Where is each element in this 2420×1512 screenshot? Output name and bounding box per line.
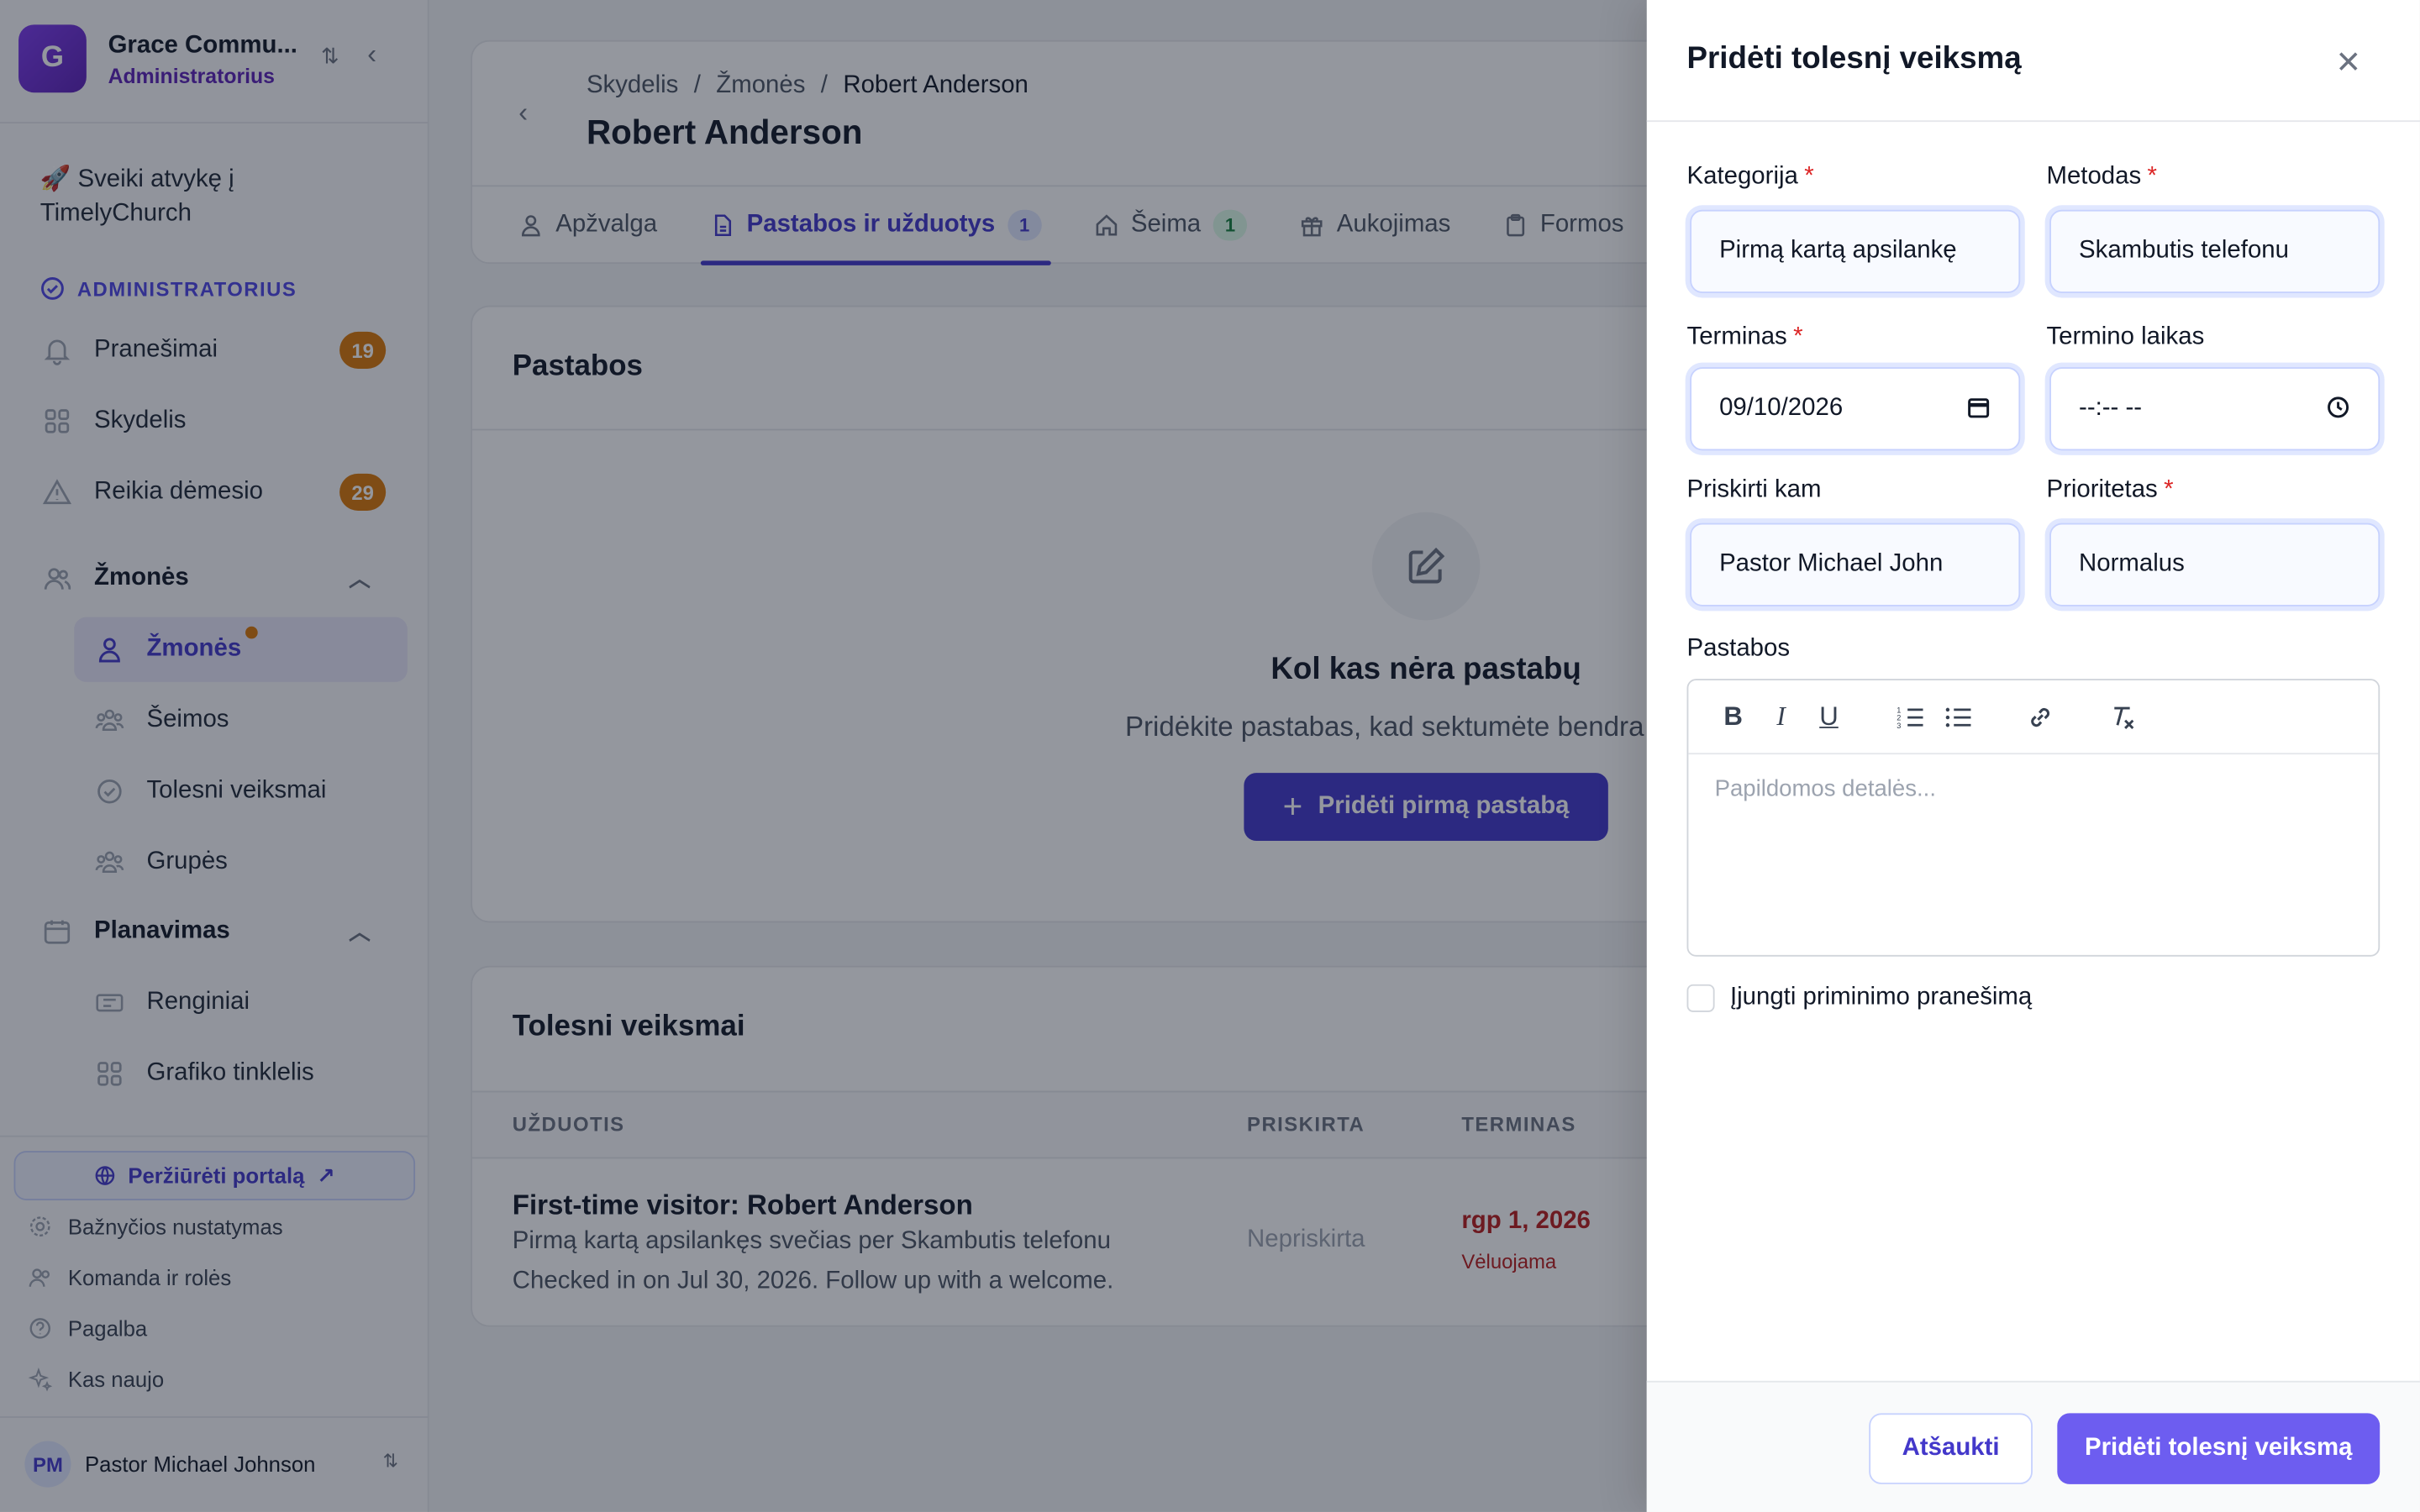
cancel-button[interactable]: Atšaukti — [1869, 1413, 2033, 1484]
assign-to-select[interactable]: Pastor Michael John — [1690, 522, 2021, 606]
assign-to-label: Priskirti kam — [1686, 476, 1822, 503]
method-label: Metodas * — [2046, 164, 2157, 192]
priority-select[interactable]: Normalus — [2049, 522, 2381, 606]
drawer-footer: Atšaukti Pridėti tolesnį veiksmą — [1646, 1380, 2420, 1512]
drawer-title: Pridėti tolesnį veiksmą — [1686, 41, 2022, 76]
bullet-list-icon[interactable] — [1942, 700, 1975, 733]
due-time-value: --:-- -- — [2079, 395, 2143, 422]
editor-toolbar: B I U 123 — [1688, 680, 2379, 755]
priority-label-text: Prioritetas — [2046, 476, 2158, 503]
add-followup-drawer: Pridėti tolesnį veiksmą ✕ Kategorija * Pi… — [1646, 0, 2420, 1512]
priority-label: Prioritetas * — [2046, 477, 2173, 505]
due-date-value: 09/10/2026 — [1719, 395, 1844, 422]
due-time-label: Termino laikas — [2046, 323, 2205, 350]
due-time-input[interactable]: --:-- -- — [2049, 367, 2381, 451]
category-label-text: Kategorija — [1686, 163, 1798, 190]
notes-placeholder: Papildomos detalės... — [1714, 775, 1936, 803]
add-followup-button[interactable]: Pridėti tolesnį veiksmą — [2057, 1413, 2381, 1484]
link-icon[interactable] — [2023, 700, 2057, 733]
underline-icon[interactable]: U — [1812, 700, 1845, 733]
reminder-checkbox[interactable] — [1686, 984, 1715, 1012]
clear-format-icon[interactable] — [2105, 700, 2139, 733]
required-marker: * — [1793, 323, 1803, 350]
close-icon[interactable]: ✕ — [2335, 43, 2361, 81]
due-date-input[interactable]: 09/10/2026 — [1690, 367, 2021, 451]
clock-icon[interactable] — [2326, 395, 2350, 428]
method-select[interactable]: Skambutis telefonu — [2049, 209, 2381, 293]
due-date-label-text: Terminas — [1686, 323, 1787, 350]
required-marker: * — [1804, 163, 1814, 190]
notes-rich-text-editor[interactable]: B I U 123 Papildomos detalės... — [1686, 679, 2381, 957]
due-date-label: Terminas * — [1687, 324, 1803, 352]
required-marker: * — [2147, 163, 2157, 190]
required-marker: * — [2164, 476, 2174, 503]
svg-text:3: 3 — [1897, 721, 1901, 729]
bold-icon[interactable]: B — [1716, 700, 1749, 733]
notes-label: Pastabos — [1686, 635, 1791, 662]
divider — [1646, 120, 2420, 123]
category-select[interactable]: Pirmą kartą apsilankę — [1690, 209, 2021, 293]
category-label: Kategorija * — [1687, 164, 1814, 192]
method-label-text: Metodas — [2046, 163, 2142, 190]
calendar-icon[interactable] — [1966, 395, 1991, 428]
reminder-label: Įjungti priminimo pranešimą — [1729, 984, 2033, 1011]
ordered-list-icon[interactable]: 123 — [1894, 700, 1928, 733]
italic-icon[interactable]: I — [1764, 700, 1797, 733]
reminder-toggle[interactable]: Įjungti priminimo pranešimą — [1686, 984, 2033, 1012]
